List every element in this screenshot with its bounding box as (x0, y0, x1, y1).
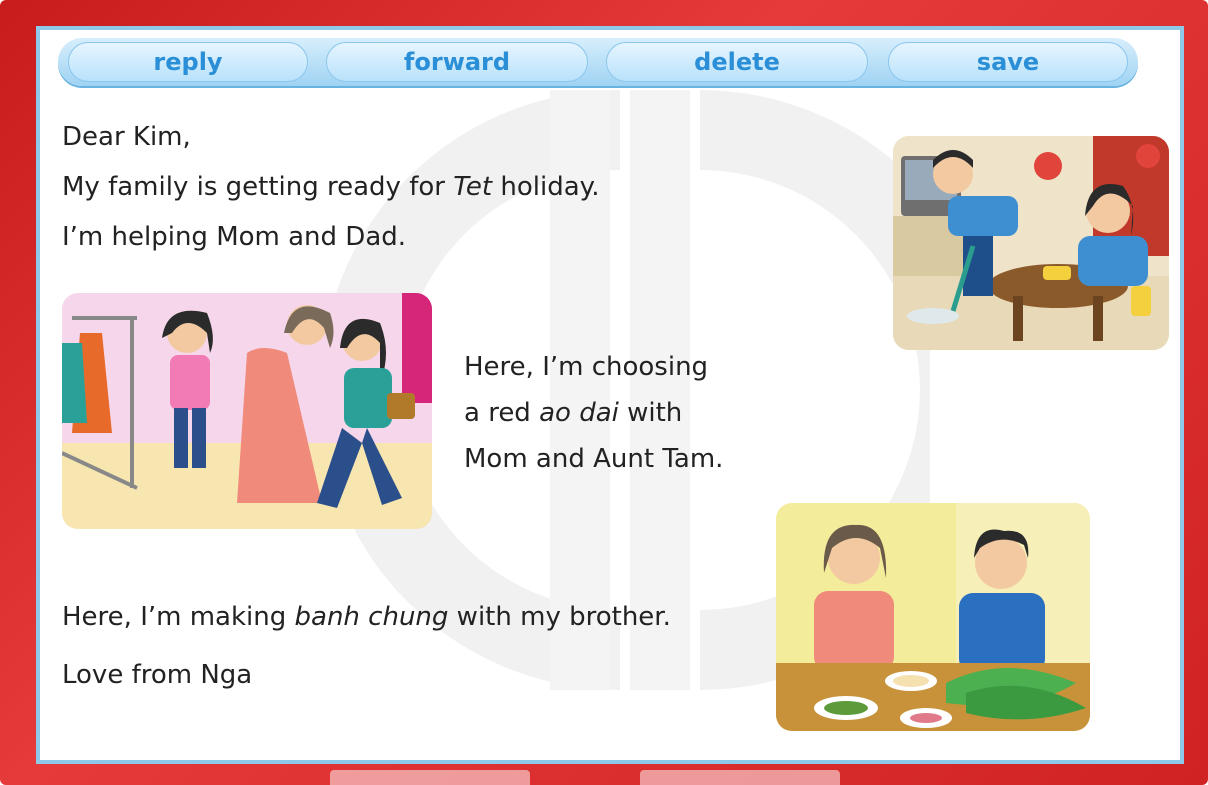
cooking-image (776, 503, 1090, 731)
text-span: with (618, 398, 683, 428)
delete-button[interactable]: delete (606, 42, 868, 82)
italic-word: Tet (453, 172, 493, 202)
forward-button[interactable]: forward (326, 42, 588, 82)
reply-button[interactable]: reply (68, 42, 308, 82)
text-span: a red (464, 398, 540, 428)
cleaning-illustration (893, 136, 1169, 350)
shopping-image (62, 293, 432, 529)
italic-word: ao dai (539, 398, 619, 428)
frame-tab (640, 770, 840, 785)
text-span: holiday. (492, 172, 600, 202)
italic-word: banh chung (294, 602, 449, 632)
caption-2: Here, I’m making banh chung with my brot… (62, 602, 671, 633)
cleaning-image (893, 136, 1169, 350)
choosing-ao-dai-illustration (62, 293, 432, 529)
signoff: Love from Nga (62, 660, 253, 690)
letter-line-2: I’m helping Mom and Dad. (62, 222, 407, 252)
caption-1-line-3: Mom and Aunt Tam. (464, 444, 724, 474)
text-span: My family is getting ready for (62, 172, 454, 202)
frame-tab (330, 770, 530, 785)
letter-line-1: My family is getting ready for Tet holid… (62, 172, 600, 203)
text-span: with my brother. (448, 602, 671, 632)
text-span: Here, I’m making (62, 602, 295, 632)
greeting: Dear Kim, (62, 122, 191, 152)
email-toolbar: reply forward delete save (58, 38, 1138, 86)
save-button[interactable]: save (888, 42, 1128, 82)
making-banh-chung-illustration (776, 503, 1090, 731)
caption-1-line-2: a red ao dai with (464, 398, 682, 429)
caption-1-line-1: Here, I’m choosing (464, 352, 709, 382)
